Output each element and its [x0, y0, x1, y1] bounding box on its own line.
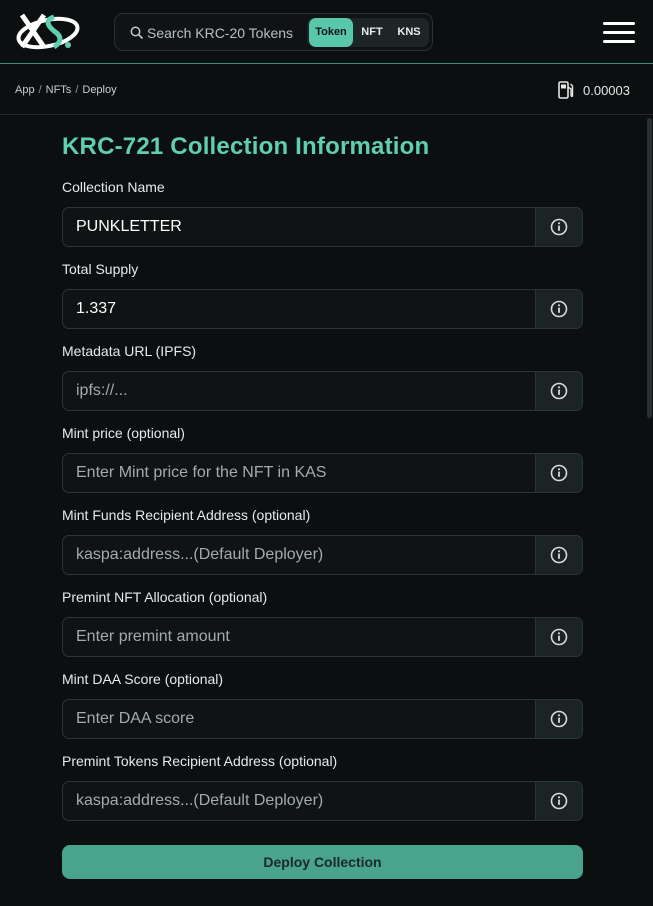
premint-allocation-field	[62, 617, 583, 657]
premint-recipient-input[interactable]	[63, 782, 536, 820]
info-button[interactable]	[536, 782, 582, 820]
breadcrumb-separator: /	[75, 84, 79, 96]
info-button[interactable]	[536, 536, 582, 574]
premint-recipient-field	[62, 781, 583, 821]
info-button[interactable]	[536, 454, 582, 492]
total-supply-field	[62, 289, 583, 329]
info-icon	[550, 464, 568, 482]
page-title: KRC-721 Collection Information	[62, 133, 430, 160]
deploy-collection-button[interactable]: Deploy Collection	[62, 845, 583, 879]
info-icon	[550, 218, 568, 236]
info-button[interactable]	[536, 290, 582, 328]
breadcrumb: App / NFTs / Deploy	[15, 84, 117, 96]
info-icon	[550, 382, 568, 400]
scrollbar-thumb[interactable]	[647, 118, 652, 418]
logo-icon[interactable]	[14, 9, 82, 55]
gas-fee: 0.00003	[558, 81, 630, 99]
premint-recipient-label: Premint Tokens Recipient Address (option…	[62, 753, 338, 769]
info-button[interactable]	[536, 372, 582, 410]
info-icon	[550, 628, 568, 646]
breadcrumb-bar: App / NFTs / Deploy 0.00003	[0, 65, 653, 115]
total-supply-input[interactable]	[63, 290, 536, 328]
kns-tab[interactable]: KNS	[391, 18, 427, 47]
info-icon	[550, 546, 568, 564]
mint-funds-recipient-input[interactable]	[63, 536, 536, 574]
mint-daa-score-label: Mint DAA Score (optional)	[62, 671, 224, 687]
info-button[interactable]	[536, 618, 582, 656]
info-button[interactable]	[536, 700, 582, 738]
premint-allocation-label: Premint NFT Allocation (optional)	[62, 589, 268, 605]
search-input[interactable]	[147, 22, 307, 44]
collection-name-label: Collection Name	[62, 179, 165, 195]
hamburger-icon[interactable]	[603, 22, 635, 44]
mint-funds-recipient-label: Mint Funds Recipient Address (optional)	[62, 507, 311, 523]
info-icon	[550, 710, 568, 728]
mint-daa-score-field	[62, 699, 583, 739]
gas-value: 0.00003	[583, 82, 630, 98]
search-bar: Token NFT KNS	[114, 13, 433, 51]
premint-allocation-input[interactable]	[63, 618, 536, 656]
top-navbar: Token NFT KNS	[0, 0, 653, 64]
mint-funds-recipient-field	[62, 535, 583, 575]
mint-price-input[interactable]	[63, 454, 536, 492]
mint-daa-score-input[interactable]	[63, 700, 536, 738]
breadcrumb-separator: /	[38, 84, 42, 96]
breadcrumb-app[interactable]: App	[15, 84, 35, 96]
metadata-url-input[interactable]	[63, 372, 536, 410]
mint-price-label: Mint price (optional)	[62, 425, 185, 441]
metadata-url-field	[62, 371, 583, 411]
info-icon	[550, 300, 568, 318]
mint-price-field	[62, 453, 583, 493]
collection-name-input[interactable]	[63, 208, 536, 246]
breadcrumb-nfts[interactable]: NFTs	[46, 84, 72, 96]
token-tab[interactable]: Token	[309, 18, 353, 47]
total-supply-label: Total Supply	[62, 261, 139, 277]
nft-tab[interactable]: NFT	[355, 18, 389, 47]
scrollbar[interactable]	[646, 116, 653, 906]
gas-pump-icon	[558, 81, 574, 99]
search-icon	[130, 26, 144, 40]
collection-name-field	[62, 207, 583, 247]
info-icon	[550, 792, 568, 810]
breadcrumb-deploy: Deploy	[82, 84, 117, 96]
metadata-url-label: Metadata URL (IPFS)	[62, 343, 197, 359]
search-type-toggle: Token NFT KNS	[307, 18, 429, 47]
info-button[interactable]	[536, 208, 582, 246]
